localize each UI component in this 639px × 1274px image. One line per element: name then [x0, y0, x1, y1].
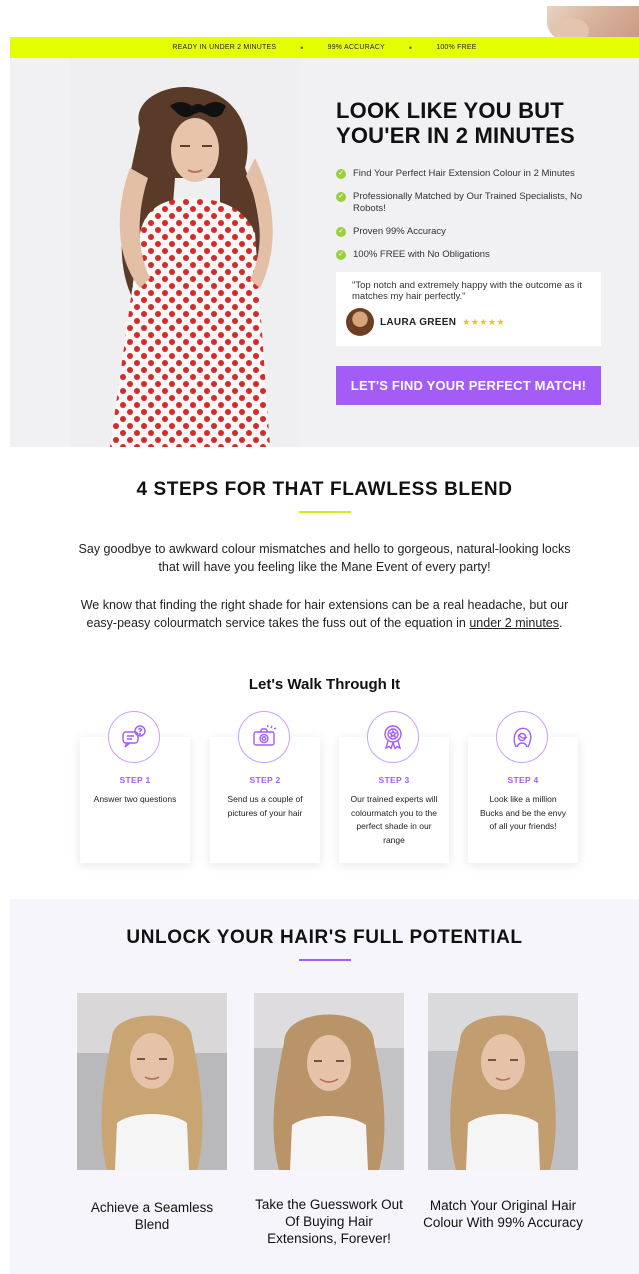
title-underline: [298, 959, 351, 961]
under-2-minutes-link[interactable]: under 2 minutes: [469, 616, 559, 630]
hero-section: LOOK LIKE YOU BUT YOU'ER IN 2 MINUTES ✓ F…: [10, 58, 639, 447]
step-description: Send us a couple of pictures of your hai…: [227, 794, 303, 818]
announcement-item-speed: READY IN UNDER 2 MINUTES: [172, 44, 277, 51]
step-description: Look like a million Bucks and be the env…: [479, 794, 566, 831]
benefit-item: ✓ Find Your Perfect Hair Extension Colour…: [336, 168, 611, 180]
walk-through-title: Let's Walk Through It: [248, 676, 401, 693]
avatar: [346, 308, 374, 336]
chat-question-icon: [108, 711, 160, 763]
review-quote: "Top notch and extremely happy with the …: [352, 280, 582, 302]
reviewer: LAURA GREEN ★★★★★: [346, 308, 591, 336]
step-card-1: STEP 1 Answer two questions: [80, 711, 190, 863]
step-description: Our trained experts will colourmatch you…: [350, 794, 438, 845]
step-card-3: STEP 3 Our trained experts will colourma…: [339, 711, 449, 863]
step-label: STEP 3: [378, 775, 410, 785]
intro-text-end: .: [559, 616, 563, 630]
check-icon: ✓: [336, 250, 346, 260]
caption-colour-accuracy: Match Your Original Hair Colour With 99%…: [423, 1198, 583, 1230]
benefit-text: Professionally Matched by Our Trained Sp…: [353, 191, 583, 214]
caption-guesswork: Take the Guesswork Out Of Buying Hair Ex…: [255, 1197, 403, 1246]
hero-title-line-1: LOOK LIKE YOU BUT: [336, 98, 564, 123]
potential-section: UNLOCK YOUR HAIR'S FULL POTENTIAL Achiev…: [10, 899, 639, 1274]
corner-photo-fragment: [547, 6, 639, 40]
benefit-item: ✓ 100% FREE with No Obligations: [336, 249, 611, 261]
award-badge-icon: [367, 711, 419, 763]
star-rating-icon: ★★★★★: [462, 316, 506, 327]
announcement-bar: READY IN UNDER 2 MINUTES • 99% ACCURACY …: [10, 37, 639, 58]
model-photo-1: [77, 993, 227, 1170]
model-photo-3: [428, 993, 578, 1170]
find-match-button[interactable]: LET'S FIND YOUR PERFECT MATCH!: [336, 366, 601, 405]
check-icon: ✓: [336, 169, 346, 179]
caption-seamless-blend: Achieve a Seamless Blend: [90, 1200, 214, 1232]
steps-section-title: 4 STEPS FOR THAT FLAWLESS BLEND: [136, 479, 513, 500]
step-description: Answer two questions: [93, 794, 177, 804]
benefit-item: ✓ Professionally Matched by Our Trained S…: [336, 191, 611, 215]
hero-copy: LOOK LIKE YOU BUT YOU'ER IN 2 MINUTES ✓ F…: [336, 98, 611, 405]
step-card-4: STEP 4 Look like a million Bucks and be …: [468, 711, 578, 863]
step-card-2: STEP 2 Send us a couple of pictures of y…: [210, 711, 320, 863]
announcement-item-free: 100% FREE: [436, 44, 477, 51]
hero-title: LOOK LIKE YOU BUT YOU'ER IN 2 MINUTES: [336, 98, 611, 148]
step-label: STEP 2: [249, 775, 281, 785]
separator-dot: •: [408, 42, 413, 53]
separator-dot: •: [300, 42, 304, 53]
hero-title-line-2: YOU'ER IN 2 MINUTES: [336, 123, 575, 148]
camera-icon: [238, 711, 290, 763]
step-label: STEP 4: [507, 775, 539, 785]
benefit-list: ✓ Find Your Perfect Hair Extension Colour…: [336, 168, 611, 261]
benefit-text: Find Your Perfect Hair Extension Colour …: [353, 168, 575, 179]
announcement-item-accuracy: 99% ACCURACY: [327, 44, 385, 51]
hero-model-photo: [70, 58, 300, 447]
check-icon: ✓: [336, 227, 346, 237]
review-card: "Top notch and extremely happy with the …: [336, 272, 601, 346]
hair-portrait-icon: [496, 711, 548, 763]
check-icon: ✓: [336, 192, 346, 202]
intro-paragraph-1: Say goodbye to awkward colour mismatches…: [78, 542, 571, 574]
potential-section-title: UNLOCK YOUR HAIR'S FULL POTENTIAL: [126, 927, 523, 948]
model-photo-2: [254, 993, 404, 1170]
step-label: STEP 1: [119, 775, 151, 785]
benefit-text: 100% FREE with No Obligations: [353, 249, 490, 260]
benefit-text: Proven 99% Accuracy: [353, 226, 446, 237]
steps-section: 4 STEPS FOR THAT FLAWLESS BLEND Say good…: [10, 447, 639, 899]
intro-paragraph-2: We know that finding the right shade for…: [70, 596, 579, 632]
title-underline: [298, 511, 351, 513]
benefit-item: ✓ Proven 99% Accuracy: [336, 226, 611, 238]
reviewer-name: LAURA GREEN: [380, 316, 457, 328]
